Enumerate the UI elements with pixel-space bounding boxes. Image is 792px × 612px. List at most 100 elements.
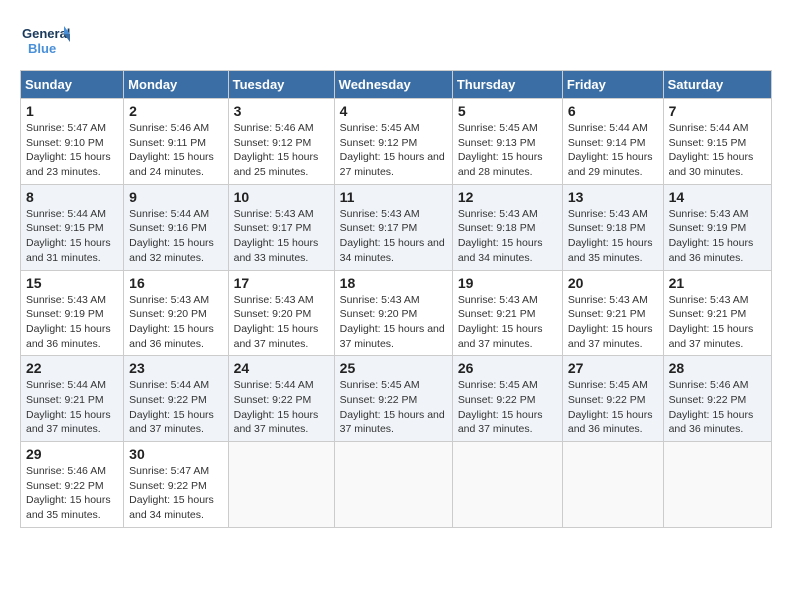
header-cell-wednesday: Wednesday [334, 71, 452, 99]
calendar-cell: 23 Sunrise: 5:44 AM Sunset: 9:22 PM Dayl… [124, 356, 228, 442]
day-number: 24 [234, 360, 329, 376]
day-info: Sunrise: 5:43 AM Sunset: 9:20 PM Dayligh… [129, 293, 222, 352]
day-info: Sunrise: 5:44 AM Sunset: 9:16 PM Dayligh… [129, 207, 222, 266]
header-cell-monday: Monday [124, 71, 228, 99]
header-cell-sunday: Sunday [21, 71, 124, 99]
logo-svg: General Blue [20, 20, 70, 60]
day-number: 6 [568, 103, 658, 119]
header-cell-saturday: Saturday [663, 71, 771, 99]
calendar-week-5: 29 Sunrise: 5:46 AM Sunset: 9:22 PM Dayl… [21, 442, 772, 528]
day-info: Sunrise: 5:45 AM Sunset: 9:22 PM Dayligh… [568, 378, 658, 437]
day-info: Sunrise: 5:43 AM Sunset: 9:21 PM Dayligh… [458, 293, 557, 352]
calendar-cell: 17 Sunrise: 5:43 AM Sunset: 9:20 PM Dayl… [228, 270, 334, 356]
day-info: Sunrise: 5:43 AM Sunset: 9:20 PM Dayligh… [234, 293, 329, 352]
day-info: Sunrise: 5:44 AM Sunset: 9:22 PM Dayligh… [129, 378, 222, 437]
day-info: Sunrise: 5:47 AM Sunset: 9:22 PM Dayligh… [129, 464, 222, 523]
day-number: 21 [669, 275, 766, 291]
day-number: 11 [340, 189, 447, 205]
day-info: Sunrise: 5:43 AM Sunset: 9:19 PM Dayligh… [26, 293, 118, 352]
day-number: 8 [26, 189, 118, 205]
day-number: 4 [340, 103, 447, 119]
calendar-cell [452, 442, 562, 528]
day-number: 19 [458, 275, 557, 291]
day-info: Sunrise: 5:43 AM Sunset: 9:17 PM Dayligh… [340, 207, 447, 266]
logo: General Blue [20, 20, 70, 60]
day-info: Sunrise: 5:46 AM Sunset: 9:22 PM Dayligh… [669, 378, 766, 437]
day-number: 22 [26, 360, 118, 376]
calendar-cell: 26 Sunrise: 5:45 AM Sunset: 9:22 PM Dayl… [452, 356, 562, 442]
calendar-cell: 16 Sunrise: 5:43 AM Sunset: 9:20 PM Dayl… [124, 270, 228, 356]
calendar-cell [228, 442, 334, 528]
calendar-cell: 3 Sunrise: 5:46 AM Sunset: 9:12 PM Dayli… [228, 99, 334, 185]
calendar-cell: 2 Sunrise: 5:46 AM Sunset: 9:11 PM Dayli… [124, 99, 228, 185]
calendar-cell: 15 Sunrise: 5:43 AM Sunset: 9:19 PM Dayl… [21, 270, 124, 356]
header-cell-tuesday: Tuesday [228, 71, 334, 99]
day-info: Sunrise: 5:43 AM Sunset: 9:20 PM Dayligh… [340, 293, 447, 352]
svg-text:General: General [22, 26, 70, 41]
day-number: 3 [234, 103, 329, 119]
calendar-cell: 27 Sunrise: 5:45 AM Sunset: 9:22 PM Dayl… [562, 356, 663, 442]
calendar-cell: 21 Sunrise: 5:43 AM Sunset: 9:21 PM Dayl… [663, 270, 771, 356]
calendar-cell: 5 Sunrise: 5:45 AM Sunset: 9:13 PM Dayli… [452, 99, 562, 185]
header-cell-friday: Friday [562, 71, 663, 99]
day-info: Sunrise: 5:46 AM Sunset: 9:22 PM Dayligh… [26, 464, 118, 523]
calendar-week-4: 22 Sunrise: 5:44 AM Sunset: 9:21 PM Dayl… [21, 356, 772, 442]
day-info: Sunrise: 5:44 AM Sunset: 9:15 PM Dayligh… [669, 121, 766, 180]
calendar-week-3: 15 Sunrise: 5:43 AM Sunset: 9:19 PM Dayl… [21, 270, 772, 356]
calendar-cell: 18 Sunrise: 5:43 AM Sunset: 9:20 PM Dayl… [334, 270, 452, 356]
calendar-cell: 19 Sunrise: 5:43 AM Sunset: 9:21 PM Dayl… [452, 270, 562, 356]
day-info: Sunrise: 5:43 AM Sunset: 9:19 PM Dayligh… [669, 207, 766, 266]
day-info: Sunrise: 5:46 AM Sunset: 9:12 PM Dayligh… [234, 121, 329, 180]
day-info: Sunrise: 5:43 AM Sunset: 9:17 PM Dayligh… [234, 207, 329, 266]
calendar-cell: 8 Sunrise: 5:44 AM Sunset: 9:15 PM Dayli… [21, 184, 124, 270]
day-number: 25 [340, 360, 447, 376]
calendar-cell: 12 Sunrise: 5:43 AM Sunset: 9:18 PM Dayl… [452, 184, 562, 270]
calendar-week-1: 1 Sunrise: 5:47 AM Sunset: 9:10 PM Dayli… [21, 99, 772, 185]
calendar-cell: 10 Sunrise: 5:43 AM Sunset: 9:17 PM Dayl… [228, 184, 334, 270]
calendar-cell: 14 Sunrise: 5:43 AM Sunset: 9:19 PM Dayl… [663, 184, 771, 270]
day-info: Sunrise: 5:45 AM Sunset: 9:13 PM Dayligh… [458, 121, 557, 180]
day-info: Sunrise: 5:45 AM Sunset: 9:22 PM Dayligh… [340, 378, 447, 437]
calendar-cell: 6 Sunrise: 5:44 AM Sunset: 9:14 PM Dayli… [562, 99, 663, 185]
calendar-cell: 24 Sunrise: 5:44 AM Sunset: 9:22 PM Dayl… [228, 356, 334, 442]
day-info: Sunrise: 5:45 AM Sunset: 9:22 PM Dayligh… [458, 378, 557, 437]
day-number: 23 [129, 360, 222, 376]
day-number: 26 [458, 360, 557, 376]
day-info: Sunrise: 5:45 AM Sunset: 9:12 PM Dayligh… [340, 121, 447, 180]
day-number: 18 [340, 275, 447, 291]
calendar-cell: 11 Sunrise: 5:43 AM Sunset: 9:17 PM Dayl… [334, 184, 452, 270]
calendar-cell: 25 Sunrise: 5:45 AM Sunset: 9:22 PM Dayl… [334, 356, 452, 442]
header-cell-thursday: Thursday [452, 71, 562, 99]
day-info: Sunrise: 5:43 AM Sunset: 9:21 PM Dayligh… [568, 293, 658, 352]
header-row: SundayMondayTuesdayWednesdayThursdayFrid… [21, 71, 772, 99]
calendar-cell: 13 Sunrise: 5:43 AM Sunset: 9:18 PM Dayl… [562, 184, 663, 270]
day-number: 15 [26, 275, 118, 291]
day-number: 20 [568, 275, 658, 291]
day-number: 13 [568, 189, 658, 205]
calendar-cell: 28 Sunrise: 5:46 AM Sunset: 9:22 PM Dayl… [663, 356, 771, 442]
calendar-cell: 9 Sunrise: 5:44 AM Sunset: 9:16 PM Dayli… [124, 184, 228, 270]
calendar-table: SundayMondayTuesdayWednesdayThursdayFrid… [20, 70, 772, 528]
calendar-week-2: 8 Sunrise: 5:44 AM Sunset: 9:15 PM Dayli… [21, 184, 772, 270]
day-number: 27 [568, 360, 658, 376]
day-info: Sunrise: 5:46 AM Sunset: 9:11 PM Dayligh… [129, 121, 222, 180]
day-number: 16 [129, 275, 222, 291]
day-info: Sunrise: 5:43 AM Sunset: 9:18 PM Dayligh… [568, 207, 658, 266]
day-info: Sunrise: 5:44 AM Sunset: 9:21 PM Dayligh… [26, 378, 118, 437]
day-number: 17 [234, 275, 329, 291]
calendar-cell [663, 442, 771, 528]
calendar-cell: 7 Sunrise: 5:44 AM Sunset: 9:15 PM Dayli… [663, 99, 771, 185]
svg-text:Blue: Blue [28, 41, 56, 56]
day-number: 28 [669, 360, 766, 376]
header: General Blue [20, 20, 772, 60]
day-number: 1 [26, 103, 118, 119]
day-number: 12 [458, 189, 557, 205]
calendar-cell: 22 Sunrise: 5:44 AM Sunset: 9:21 PM Dayl… [21, 356, 124, 442]
calendar-cell [562, 442, 663, 528]
day-number: 5 [458, 103, 557, 119]
day-number: 2 [129, 103, 222, 119]
calendar-cell: 30 Sunrise: 5:47 AM Sunset: 9:22 PM Dayl… [124, 442, 228, 528]
day-number: 29 [26, 446, 118, 462]
day-info: Sunrise: 5:47 AM Sunset: 9:10 PM Dayligh… [26, 121, 118, 180]
day-number: 14 [669, 189, 766, 205]
